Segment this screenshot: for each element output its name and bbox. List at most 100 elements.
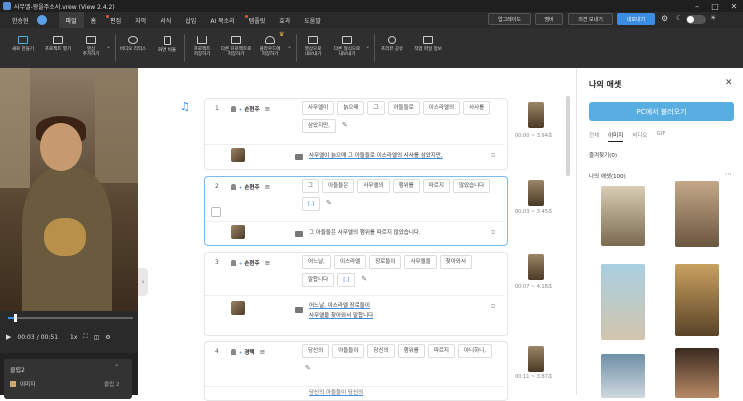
menu-lines-icon[interactable]: ≡ — [265, 259, 271, 267]
menu-home[interactable]: 홈 — [84, 12, 104, 28]
word-chip[interactable]: 아들들이 — [332, 344, 365, 358]
word-chip[interactable]: 아니하니, — [458, 344, 492, 358]
tab-gif[interactable]: GIF — [657, 131, 666, 142]
maximize-button[interactable]: □ — [706, 0, 724, 12]
close-window-button[interactable]: ✕ — [725, 0, 743, 12]
open-project-button[interactable]: 프로젝트 열기 — [40, 28, 76, 52]
scene-thumbnail[interactable] — [528, 254, 544, 280]
new-project-button[interactable]: 새로 만들기 — [6, 28, 40, 52]
word-chip[interactable]: 당신의 — [367, 344, 395, 358]
scene-card-3[interactable]: 3 + 손현주 ≡ 어느날, 이스라엘 장로들이 사무엘을 찾아와서 말합니다 [.… — [204, 252, 508, 336]
export-video-button[interactable]: 영상으로 내보내기 — [297, 28, 329, 57]
copy-icon[interactable]: ⧉ — [491, 152, 495, 160]
video-remix-button[interactable]: 비디오 리믹스 — [116, 28, 150, 52]
load-from-pc-button[interactable]: PC에서 불러오기 — [589, 102, 734, 121]
menu-subtitle[interactable]: 자막 — [128, 12, 153, 28]
asset-thumbnail[interactable] — [675, 264, 719, 336]
word-chip[interactable]: 사무엘을 — [404, 255, 437, 269]
playback-speed[interactable]: 1x — [70, 334, 77, 341]
pause-chip[interactable]: [.] — [337, 273, 356, 287]
member-button[interactable]: 멤버 — [535, 13, 563, 25]
chevron-down-icon[interactable]: ⌄ — [365, 28, 370, 50]
collapse-panel-button[interactable]: › — [138, 268, 148, 296]
copy-icon[interactable]: ⧉ — [491, 303, 495, 311]
menu-help[interactable]: 도움말 — [297, 12, 328, 28]
scene-thumbnail[interactable] — [528, 102, 544, 128]
word-chip[interactable]: 말합니다 — [302, 273, 335, 287]
word-chip[interactable]: 찾아와서 — [439, 255, 472, 269]
save-as-button[interactable]: 다른 프로젝트로 저장하기 — [219, 28, 253, 57]
fullscreen-icon[interactable]: ⛶ — [83, 333, 87, 341]
menu-file[interactable]: 파일 — [58, 12, 84, 28]
menu-edit[interactable]: 편집 — [103, 12, 128, 28]
scene-card-2[interactable]: 2 + 손현주 ≡ 그 아들들은 사무엘의 행위를 따르지 않았습니다 [.] ✎ … — [204, 176, 508, 246]
settings-icon[interactable]: ⚙ — [105, 334, 110, 341]
tab-video[interactable]: 비디오 — [632, 131, 647, 142]
minimize-button[interactable]: – — [688, 0, 706, 12]
word-chip[interactable]: 삼았지만, — [302, 119, 336, 133]
seek-handle[interactable] — [14, 314, 17, 322]
copy-icon[interactable]: ⧉ — [491, 229, 495, 237]
export-other-button[interactable]: 다른 형식으로 내보내기 — [329, 28, 365, 57]
upgrade-button[interactable]: 업그레이드 — [488, 13, 531, 25]
word-chip[interactable]: 따르지 — [422, 179, 450, 193]
clip-thumbnail[interactable] — [231, 301, 245, 315]
scene-card-1[interactable]: 1 + 손현주 ≡ 사무엘이 늙으매 그 아들들로 이스라엘의 사사를 삼았지만, … — [204, 98, 508, 170]
subtitle-text[interactable]: 사무엘이 늙으매 그 아들들로 이스라엘의 사사를 삼았지만, — [309, 151, 443, 161]
share-preview-button[interactable]: 프리뷰 공유 — [375, 28, 409, 52]
scene-thumbnail[interactable] — [528, 346, 544, 372]
subtitle-text[interactable]: 당신의 아들들이 당신의 — [309, 388, 363, 398]
theme-toggle[interactable] — [686, 15, 706, 24]
speaker-select[interactable]: + 손현주 ≡ — [231, 259, 270, 267]
word-chip[interactable]: 행위를 — [397, 344, 425, 358]
speaker-select[interactable]: + 손현주 ≡ — [231, 183, 270, 191]
menu-template[interactable]: 템플릿 — [242, 12, 273, 28]
word-chip[interactable]: 이스라엘의 — [422, 101, 461, 115]
word-chip[interactable]: 아들들은 — [322, 179, 355, 193]
gear-icon[interactable]: ⚙ — [661, 14, 668, 23]
seek-bar[interactable] — [0, 311, 138, 325]
tab-image[interactable]: 이미지 — [608, 131, 624, 142]
pencil-icon[interactable]: ✎ — [361, 275, 367, 291]
word-chip[interactable]: 행위를 — [392, 179, 420, 193]
menu-lines-icon[interactable]: ≡ — [259, 348, 265, 356]
asset-thumbnail[interactable] — [601, 186, 645, 246]
clip-thumbnail[interactable] — [231, 225, 245, 239]
clip-card[interactable]: 클립2 ⌃ 이미지 클립 2 — [4, 359, 132, 399]
aspect-ratio-button[interactable]: 화면 비율 — [150, 28, 184, 53]
chevron-up-icon[interactable]: ⌃ — [114, 364, 119, 371]
tab-all[interactable]: 전체 — [589, 131, 599, 142]
scene-checkbox[interactable] — [211, 207, 221, 217]
menu-effect[interactable]: 효과 — [272, 12, 297, 28]
asset-thumbnail[interactable] — [675, 181, 719, 247]
menu-ai-voice[interactable]: AI 목소리 — [203, 12, 241, 28]
word-chip[interactable]: 당신의 — [302, 344, 330, 358]
clip-thumbnail[interactable] — [231, 148, 245, 162]
word-chip[interactable]: 아들들로 — [387, 101, 420, 115]
music-note-icon[interactable]: ♫ — [180, 100, 190, 113]
video-preview[interactable] — [0, 68, 138, 311]
word-chip[interactable]: 그 — [367, 101, 385, 115]
more-icon[interactable]: ⋯ — [725, 170, 732, 178]
word-chip[interactable]: 사무엘의 — [357, 179, 390, 193]
asset-thumbnail[interactable] — [601, 264, 645, 340]
subtitle-text[interactable]: 어느날, 이스라엘 장로들이 사무엘을 찾아와서 말합니다 — [309, 301, 373, 321]
pencil-icon[interactable]: ✎ — [342, 121, 348, 137]
asset-thumbnail[interactable] — [601, 354, 645, 398]
menu-format[interactable]: 서식 — [153, 12, 178, 28]
scene-thumbnail[interactable] — [528, 180, 544, 206]
play-icon[interactable]: ▶ — [6, 333, 11, 341]
export-top-button[interactable]: 내보내기 — [617, 13, 655, 25]
chevron-down-icon[interactable]: ⌄ — [287, 28, 292, 50]
word-chip[interactable]: 그 — [302, 179, 320, 193]
favorites-header[interactable]: 즐겨찾기(0) — [589, 151, 617, 159]
word-chip[interactable]: 장로들이 — [369, 255, 402, 269]
scrollbar[interactable] — [566, 96, 570, 176]
speaker-select[interactable]: + 경택 ≡ — [231, 348, 265, 356]
pencil-icon[interactable]: ✎ — [305, 364, 311, 372]
save-cloud-button[interactable]: 클라우드에 저장하기 ♛ — [253, 28, 287, 58]
close-icon[interactable]: ✕ — [725, 78, 733, 88]
speaker-select[interactable]: + 손현주 ≡ — [231, 105, 270, 113]
chevron-down-icon[interactable]: ⌄ — [106, 28, 111, 50]
subtitle-text[interactable]: 그 아들들은 사무엘의 행위를 따르지 않았습니다. — [309, 228, 421, 238]
